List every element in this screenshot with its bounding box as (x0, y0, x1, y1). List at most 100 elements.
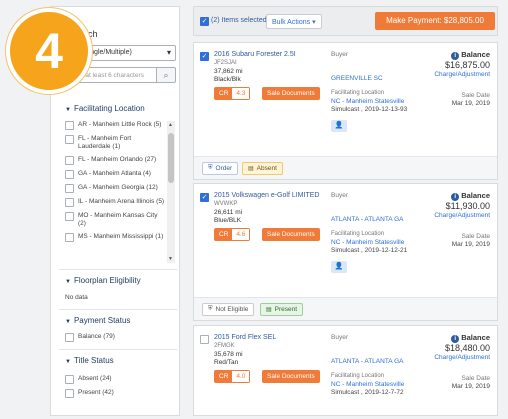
person-icon[interactable]: 👤 (331, 261, 347, 273)
facility-option[interactable]: GA - Manheim Atlanta (4) (65, 170, 165, 179)
buyer-label: Buyer (331, 334, 348, 341)
document-icon: ▤ (266, 307, 272, 313)
cr-grade: 4.6 (232, 229, 250, 240)
vehicle-title-link[interactable]: 2015 Ford Flex SEL (214, 334, 276, 341)
vehicle-color: Black/Blk (214, 76, 241, 83)
charge-adjustment-link[interactable]: Charge/Adjustment (434, 354, 490, 361)
info-icon: i (451, 193, 460, 201)
sale-documents-button[interactable]: Sale Documents (262, 370, 320, 383)
vehicle-checkbox[interactable]: ✓ (200, 52, 209, 61)
chevron-down-icon: ▾ (166, 48, 171, 57)
vehicle-title-link[interactable]: 2016 Subaru Forester 2.5I (214, 51, 296, 58)
checkbox[interactable] (65, 184, 74, 193)
facility-option[interactable]: FL - Manheim Fort Lauderdale (1) (65, 135, 165, 151)
facility-option[interactable]: GA - Manheim Georgia (12) (65, 184, 165, 193)
buyer-city-link[interactable]: ATLANTA - ATLANTA GA (331, 216, 403, 223)
facilitating-location-label: Facilitating Location (331, 90, 385, 96)
facility-option-label: MS - Manheim Mississippi (1) (78, 233, 164, 240)
checkbox[interactable] (65, 135, 74, 144)
vehicle-vin: 2FMGK (214, 343, 235, 349)
charge-adjustment-link[interactable]: Charge/Adjustment (434, 212, 490, 219)
vehicle-checkbox[interactable]: ✓ (200, 193, 209, 202)
condition-report-button[interactable]: CR 4.3 (214, 87, 251, 100)
checkbox[interactable] (65, 333, 74, 342)
floorplan-status-pill: ⛨ Order (202, 162, 239, 175)
floorplan-status-pill: ⛨ Not Eligible (202, 303, 255, 316)
document-icon: ▤ (248, 166, 254, 172)
checkbox[interactable] (65, 375, 74, 384)
facility-option-label: FL - Manheim Orlando (27) (78, 156, 157, 163)
facility-option[interactable]: MO - Manheim Kansas City (2) (65, 212, 165, 228)
facility-option[interactable]: MS - Manheim Mississippi (1) (65, 233, 165, 242)
sale-documents-button[interactable]: Sale Documents (262, 87, 320, 100)
facility-option[interactable]: IL - Manheim Arena Illinois (5) (65, 198, 165, 207)
divider (59, 269, 177, 270)
payment-status-header[interactable]: ▼ Payment Status (65, 316, 130, 325)
balance-amount: $18,480.00 (444, 343, 490, 353)
vehicle-vin: JF2SJAI (214, 60, 237, 66)
checkbox[interactable] (65, 156, 74, 165)
vehicle-color: Red/Tan (214, 359, 239, 366)
floorplan-header[interactable]: ▼ Floorplan Eligibility (65, 276, 141, 285)
facility-option[interactable]: AR - Manheim Little Rock (5) (65, 121, 165, 130)
scroll-down-icon[interactable]: ▼ (168, 256, 173, 262)
facilitating-location-link[interactable]: NC - Manheim Statesville (331, 98, 404, 105)
checkbox[interactable] (65, 170, 74, 179)
payment-option-label: Balance (79) (78, 333, 115, 340)
payment-status-title: Payment Status (73, 316, 131, 325)
checkbox[interactable] (65, 198, 74, 207)
info-icon: i (451, 52, 460, 60)
sale-date-label: Sale Date (461, 375, 490, 382)
title-status-list: Absent (24) Present (42) (65, 375, 165, 403)
caret-down-icon: ▼ (65, 279, 71, 285)
search-button[interactable]: ⌕ (157, 67, 176, 83)
facility-option-label: FL - Manheim Fort Lauderdale (1) (78, 135, 132, 150)
title-option[interactable]: Present (42) (65, 389, 165, 398)
facilitating-location-link[interactable]: NC - Manheim Statesville (331, 381, 404, 388)
vehicle-title-link[interactable]: 2015 Volkswagen e-Golf LIMITED (214, 192, 319, 199)
buyer-city-link[interactable]: ATLANTA - ATLANTA GA (331, 358, 403, 365)
checkbox[interactable] (65, 212, 74, 221)
facilitating-location-header[interactable]: ▼ Facilitating Location (65, 104, 145, 113)
vehicle-card: ✓ 2016 Subaru Forester 2.5I JF2SJAI 37,8… (193, 42, 498, 180)
scroll-up-icon[interactable]: ▲ (168, 122, 173, 128)
search-icon: ⌕ (163, 70, 169, 80)
facilitating-location-list: AR - Manheim Little Rock (5) FL - Manhei… (65, 121, 165, 261)
sale-date-value: Mar 19, 2019 (451, 241, 490, 248)
make-payment-button[interactable]: Make Payment: $28,805.00 (375, 12, 495, 30)
facility-scrollbar[interactable]: ▲ ▼ (167, 121, 175, 263)
facility-option[interactable]: FL - Manheim Orlando (27) (65, 156, 165, 165)
payment-option[interactable]: Balance (79) (65, 333, 165, 342)
condition-report-button[interactable]: CR 4.6 (214, 228, 251, 241)
scroll-thumb[interactable] (168, 133, 174, 183)
title-status-header[interactable]: ▼ Title Status (65, 356, 114, 365)
select-all-checkbox[interactable]: ✓ (200, 17, 209, 26)
divider (59, 309, 177, 310)
balance-label: i Balance (451, 50, 490, 60)
bulk-actions-button[interactable]: Bulk Actions ▾ (266, 14, 322, 29)
person-icon[interactable]: 👤 (331, 120, 347, 132)
card-footer: ⛨ Order ▤ Absent (194, 156, 497, 179)
condition-report-button[interactable]: CR 4.0 (214, 370, 251, 383)
divider (59, 349, 177, 350)
shield-icon: ⛨ (208, 165, 213, 171)
floorplan-status-text: Not Eligible (215, 306, 249, 313)
sale-documents-button[interactable]: Sale Documents (262, 228, 320, 241)
title-status-text: Absent (256, 165, 277, 172)
balance-label-text: Balance (461, 50, 490, 59)
cr-label: CR (215, 371, 233, 382)
buyer-city-link[interactable]: GREENVILLE SC (331, 75, 383, 82)
cr-grade: 4.3 (232, 88, 250, 99)
checkbox[interactable] (65, 121, 74, 130)
facilitating-location-detail: Simulcast , 2019-12-13-93 (331, 106, 408, 113)
checkbox[interactable] (65, 233, 74, 242)
title-option[interactable]: Absent (24) (65, 375, 165, 384)
items-selected-text: (2) Items selected (211, 17, 267, 24)
balance-label: i Balance (451, 333, 490, 343)
sale-date-value: Mar 19, 2019 (451, 383, 490, 390)
checkbox[interactable] (65, 389, 74, 398)
facilitating-location-link[interactable]: NC - Manheim Statesville (331, 239, 404, 246)
charge-adjustment-link[interactable]: Charge/Adjustment (434, 71, 490, 78)
title-status-text: Present (274, 306, 298, 313)
vehicle-checkbox[interactable] (200, 335, 209, 344)
